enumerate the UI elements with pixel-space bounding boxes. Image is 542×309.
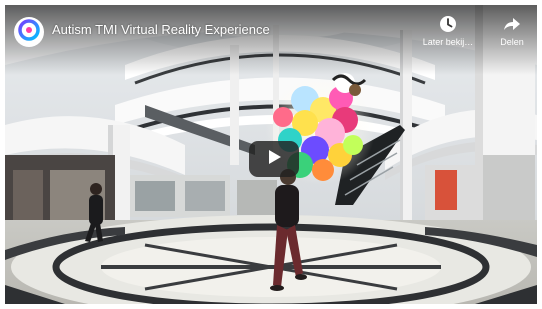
share-button[interactable]: Delen — [491, 15, 533, 47]
video-title[interactable]: Autism TMI Virtual Reality Experience — [52, 22, 270, 37]
watch-later-label: Later bekij… — [422, 37, 474, 47]
share-arrow-icon — [491, 15, 533, 33]
video-player[interactable]: Autism TMI Virtual Reality Experience La… — [5, 5, 537, 304]
share-label: Delen — [500, 37, 524, 47]
watch-later-button[interactable]: Later bekij… — [417, 15, 479, 47]
clock-icon — [417, 15, 479, 33]
channel-avatar[interactable] — [14, 17, 44, 47]
channel-logo-icon — [18, 18, 40, 46]
play-icon — [265, 148, 283, 171]
play-button[interactable] — [249, 141, 299, 177]
